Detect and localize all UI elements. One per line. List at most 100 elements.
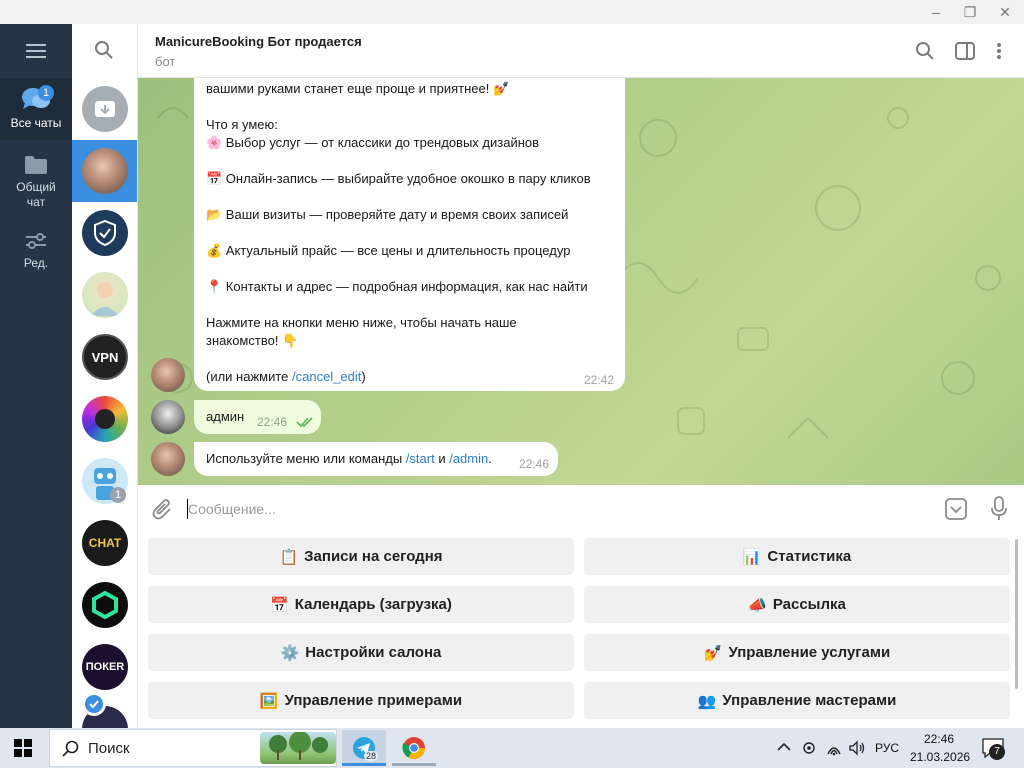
command-link[interactable]: /cancel_edit [292, 369, 361, 384]
chat-item[interactable]: 1 [72, 450, 137, 512]
main-menu-button[interactable] [0, 24, 72, 78]
taskbar-chrome[interactable] [392, 730, 436, 766]
message-text-part: и [434, 451, 450, 466]
taskbar: Поиск 28 РУС 22:46 21.03.2026 7 [0, 728, 1024, 768]
gear-icon: ⚙️ [280, 644, 300, 662]
message-time: 22:42 [584, 373, 615, 387]
message-area[interactable]: вашими руками станет еще проще и приятне… [138, 78, 1024, 485]
kb-button-salon-settings[interactable]: ⚙️ Настройки салона [148, 634, 574, 671]
message-text: 📅 Онлайн-запись — выбирайте удобное окош… [206, 171, 591, 186]
chat-item-manicurebooking[interactable] [72, 140, 137, 202]
command-link[interactable]: /start [406, 451, 435, 466]
kb-button-label: Управление услугами [728, 644, 891, 661]
keyboard-scrollbar[interactable] [1015, 539, 1018, 689]
message-time: 22:46 [257, 415, 288, 429]
message-time: 22:46 [519, 457, 550, 471]
poker-logo: ПОКЕR [82, 644, 128, 690]
message-text-part: Используйте меню или команды [206, 451, 406, 466]
minimize-button[interactable]: – [919, 0, 953, 24]
kb-button-label: Настройки салона [305, 644, 442, 661]
chat-item[interactable] [72, 692, 137, 728]
chat-item[interactable] [72, 388, 137, 450]
chat-item[interactable] [72, 202, 137, 264]
kb-button-label: Управление мастерами [722, 692, 897, 709]
search-icon[interactable] [94, 40, 114, 63]
folder-icon [21, 154, 51, 176]
message-text-part: (или нажмите [206, 369, 293, 384]
chat-item[interactable] [72, 574, 137, 636]
taskbar-search[interactable]: Поиск [49, 729, 337, 767]
folder-label: Ред. [23, 256, 49, 270]
folder-all-chats[interactable]: 1 Все чаты [0, 78, 72, 140]
microphone-icon[interactable] [990, 496, 1008, 525]
chat-list: VPN 1 CHAT ПОКЕR [72, 24, 138, 728]
kb-button-manage-services[interactable]: 💅 Управление услугами [584, 634, 1010, 671]
kb-button-manage-examples[interactable]: 🖼️ Управление примерами [148, 682, 574, 719]
verified-icon [82, 692, 106, 716]
message-input[interactable] [188, 497, 888, 521]
chat-subtitle: бот [155, 54, 176, 69]
poker-logo-text: ПОКЕR [85, 661, 125, 673]
language-indicator[interactable]: РУС [875, 741, 899, 755]
chat-item-vpn[interactable]: VPN [72, 326, 137, 388]
folder-rail: 1 Все чаты Общий чат Ред. [0, 24, 72, 728]
unread-badge: 1 [38, 85, 54, 101]
attach-icon[interactable] [152, 499, 174, 524]
message-bubble-bot[interactable]: вашими руками станет еще проще и приятне… [194, 78, 625, 391]
message-text: Что я умею: [206, 117, 278, 132]
kb-button-statistics[interactable]: 📊 Статистика [584, 538, 1010, 575]
user-avatar[interactable] [151, 400, 185, 434]
kb-button-label: Управление примерами [284, 692, 463, 709]
nail-polish-icon: 💅 [703, 644, 723, 662]
sliders-icon [21, 228, 51, 254]
message-text: 🌸 Выбор услуг — от классики до трендовых… [206, 135, 540, 150]
close-button[interactable]: ✕ [988, 0, 1022, 24]
bot-avatar[interactable] [151, 358, 185, 392]
bot-avatar[interactable] [151, 442, 185, 476]
volume-icon[interactable] [848, 740, 866, 759]
clock-date[interactable]: 21.03.2026 [910, 750, 970, 764]
message-text: знакомство! 👇 [206, 333, 299, 348]
chat-title[interactable]: ManicureBooking Бот продается [155, 34, 362, 49]
unread-badge: 1 [110, 487, 126, 503]
chat-item[interactable] [72, 264, 137, 326]
message-text: 📂 Ваши визиты — проверяйте дату и время … [206, 207, 569, 222]
chevron-up-icon[interactable] [777, 740, 791, 755]
message-text: 📍 Контакты и адрес — подробная информаци… [206, 279, 588, 294]
taskbar-telegram[interactable]: 28 [342, 730, 386, 766]
location-icon[interactable] [802, 739, 816, 760]
bar-chart-icon: 📊 [742, 548, 762, 566]
hamburger-icon [26, 44, 46, 58]
command-link[interactable]: /admin [449, 451, 488, 466]
search-label: Поиск [88, 739, 130, 757]
kb-button-manage-masters[interactable]: 👥 Управление мастерами [584, 682, 1010, 719]
folder-label: Общий чат [16, 180, 56, 209]
edit-folders-button[interactable]: Ред. [0, 222, 72, 274]
notification-count: 7 [989, 744, 1005, 760]
chat-item-archive[interactable] [72, 78, 137, 140]
message-bubble-bot[interactable]: Используйте меню или команды /start и /a… [194, 442, 558, 476]
more-vertical-icon[interactable] [988, 40, 1010, 62]
kb-button-broadcast[interactable]: 📣 Рассылка [584, 586, 1010, 623]
chat-item-chat[interactable]: CHAT [72, 512, 137, 574]
kb-button-today-bookings[interactable]: 📋 Записи на сегодня [148, 538, 574, 575]
bot-keyboard-toggle-icon[interactable] [944, 497, 968, 524]
folder-label: Все чаты [10, 116, 62, 130]
avatar [82, 396, 128, 442]
chat-header: ManicureBooking Бот продается бот [138, 24, 1024, 78]
hex-logo-icon [82, 582, 128, 628]
chat-logo: CHAT [82, 520, 128, 566]
windows-start-icon[interactable] [14, 739, 32, 760]
wifi-icon[interactable] [826, 740, 842, 759]
kb-button-label: Рассылка [772, 596, 846, 613]
maximize-button[interactable]: ❐ [953, 0, 987, 24]
sidebar-toggle-icon[interactable] [954, 40, 976, 62]
folder-general-chat[interactable]: Общий чат [0, 148, 72, 210]
chat-item-poker[interactable]: ПОКЕR [72, 636, 137, 698]
vpn-logo: VPN [82, 334, 128, 380]
archive-icon [82, 86, 128, 132]
search-icon[interactable] [914, 40, 936, 62]
clock-time[interactable]: 22:46 [924, 732, 954, 746]
message-text-part: . [488, 451, 492, 466]
kb-button-calendar[interactable]: 📅 Календарь (загрузка) [148, 586, 574, 623]
